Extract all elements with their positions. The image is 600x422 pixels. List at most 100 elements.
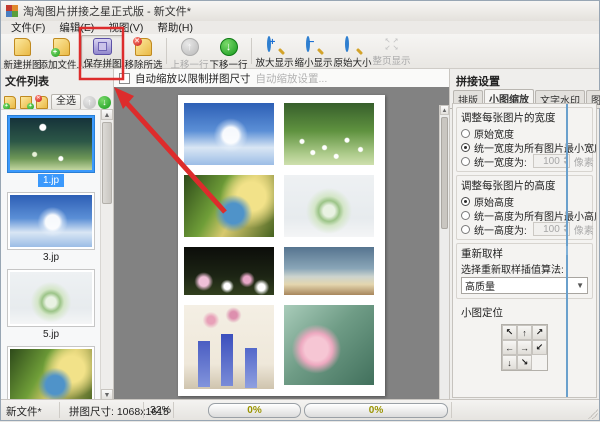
menu-bar: 文件(F) 编辑(E) 视图(V) 帮助(H) (1, 21, 599, 34)
save-collage-icon (92, 38, 114, 55)
height-group-title: 调整每张图片的高度 (461, 178, 588, 193)
thumbnail-girl-in-leaves[interactable] (8, 347, 94, 400)
settings-panel: 拼接设置 排版 小图缩放 文字水印 图片水印 调整每张图片的宽度 原始宽度 统一… (449, 69, 599, 400)
canvas-photo-white-potted-flowers[interactable] (284, 175, 374, 237)
position-top-left-icon[interactable]: ↖ (502, 325, 517, 340)
status-separator (451, 402, 452, 418)
remove-file-icon[interactable]: ✕ (35, 96, 49, 109)
thumbnail-blue-dandelion[interactable] (8, 193, 94, 249)
list-item[interactable]: 3.jp (1, 193, 101, 264)
radio-icon[interactable] (461, 225, 470, 234)
canvas-photo-pink-pompom[interactable] (284, 305, 374, 385)
window-title: 淘淘图片拼接之星正式版 - 新文件* (23, 3, 191, 19)
fit-page-icon: ↖ ↗↙ ↘ (381, 38, 403, 52)
radio-uniform-min-height[interactable]: 统一高度为所有图片最小高度 (461, 208, 588, 222)
new-collage-button[interactable]: 新建拼图 (3, 35, 42, 67)
width-value-stepper[interactable]: 100 ▲▼ (533, 154, 570, 168)
height-group: 调整每张图片的高度 原始高度 统一高度为所有图片最小高度 统一高度为: 100 (456, 175, 593, 240)
position-bottom-right-icon[interactable]: ↘ (517, 355, 532, 370)
save-collage-button[interactable]: 保存拼图 (81, 35, 124, 67)
zoom-in-icon: + (264, 38, 286, 54)
zoom-out-button[interactable]: − 缩小显示 (294, 35, 333, 67)
add-files-button[interactable]: + 添加文件... (42, 35, 81, 67)
resize-grip[interactable] (588, 409, 598, 419)
scroll-up-icon[interactable]: ▲ (101, 109, 113, 120)
actual-size-button[interactable]: 原始大小 (333, 35, 372, 67)
list-item[interactable]: 5.jp (1, 270, 101, 341)
canvas-photo-night-flowers[interactable] (184, 247, 274, 295)
thumbnail-white-potted-flowers[interactable] (8, 270, 94, 326)
menu-help[interactable]: 帮助(H) (151, 20, 199, 35)
radio-custom-height[interactable]: 统一高度为: 100 ▲▼ 像素 (461, 222, 588, 236)
scrollbar-thumb[interactable] (102, 122, 112, 204)
move-down-icon[interactable]: ↓ (98, 96, 111, 109)
position-left-icon[interactable]: ← (502, 340, 517, 355)
height-value-stepper[interactable]: 100 ▲▼ (533, 222, 570, 236)
remove-selected-button[interactable]: ✕ 移除所选 (124, 35, 163, 67)
remove-selected-icon: ✕ (133, 38, 155, 56)
autoscale-settings-link[interactable]: 自动缩放设置... (256, 71, 328, 86)
app-window: 淘淘图片拼接之星正式版 - 新文件* 文件(F) 编辑(E) 视图(V) 帮助(… (0, 0, 600, 421)
zoom-in-button[interactable]: + 放大显示 (255, 35, 294, 67)
collage-page (178, 95, 385, 396)
position-bottom-left-icon[interactable]: ↙ (532, 340, 547, 355)
add-image-icon[interactable]: + (3, 96, 17, 109)
thumbnail-dandelion-meadow[interactable] (8, 116, 94, 172)
canvas-scrollbar[interactable]: ▲ (439, 105, 449, 400)
canvas-area: 自动缩放以限制拼图尺寸 自动缩放设置... ▲ (114, 69, 449, 400)
menu-file[interactable]: 文件(F) (5, 20, 51, 35)
list-item[interactable] (1, 347, 101, 400)
toolbar-separator (251, 38, 252, 64)
radio-uniform-min-width[interactable]: 统一宽度为所有图片最小宽度 (461, 140, 588, 154)
toolbar-separator (166, 38, 167, 64)
radio-icon[interactable] (461, 157, 470, 166)
add-files-icon: + (51, 38, 73, 56)
file-list: 1.jp 3.jp 5.jp (1, 109, 101, 400)
radio-icon[interactable] (461, 211, 470, 220)
radio-original-width[interactable]: 原始宽度 (461, 126, 588, 140)
radio-icon[interactable] (461, 129, 470, 138)
position-bottom-icon[interactable]: ↓ (502, 355, 517, 370)
autoscale-checkbox[interactable] (119, 73, 130, 84)
resample-algo-select[interactable]: 高质量 ▼ (461, 277, 588, 294)
collage-canvas[interactable]: ▲ (114, 87, 449, 400)
menu-edit[interactable]: 编辑(E) (53, 20, 100, 35)
add-folder-icon[interactable]: + (19, 96, 33, 109)
actual-size-icon (342, 38, 364, 54)
move-row-down-icon: ↓ (218, 38, 240, 56)
canvas-photo-blue-bottles[interactable] (184, 305, 274, 389)
width-group: 调整每张图片的宽度 原始宽度 统一宽度为所有图片最小宽度 统一宽度为: 100 (456, 107, 593, 172)
radio-custom-width[interactable]: 统一宽度为: 100 ▲▼ 像素 (461, 154, 588, 168)
position-top-right-icon[interactable]: ↗ (532, 325, 547, 340)
status-separator (173, 402, 174, 418)
move-row-up-button: ↑ 上移一行 (170, 35, 209, 67)
selected-option: 高质量 (465, 278, 495, 293)
status-zoom-level: 32% (150, 404, 171, 416)
position-center-icon[interactable] (566, 104, 568, 397)
move-up-icon: ↑ (83, 96, 96, 109)
autoscale-label: 自动缩放以限制拼图尺寸 (135, 71, 251, 86)
canvas-photo-book-and-vase[interactable] (284, 247, 374, 295)
position-group-title: 小图定位 (461, 305, 588, 320)
resample-algo-label: 选择重新取样插值算法: (461, 262, 588, 275)
radio-icon[interactable] (461, 143, 470, 152)
list-item[interactable]: 1.jp (1, 116, 101, 187)
zoom-out-icon: − (303, 38, 325, 54)
canvas-photo-blue-dandelion[interactable] (184, 103, 274, 165)
chevron-down-icon: ▼ (576, 281, 584, 290)
scrollbar-thumb[interactable] (441, 117, 448, 229)
status-bar: 新文件* 拼图尺寸: 1068x1615 32% 0% 0% (1, 399, 599, 420)
position-right-icon[interactable]: → (517, 340, 532, 355)
move-row-down-button[interactable]: ↓ 下移一行 (209, 35, 248, 67)
toolbar: 新建拼图 + 添加文件... 保存拼图 ✕ 移除所选 ↑ 上移一行 ↓ 下移一行… (1, 34, 599, 69)
menu-view[interactable]: 视图(V) (102, 20, 149, 35)
scroll-up-icon[interactable]: ▲ (440, 105, 449, 115)
canvas-photo-dandelion-meadow[interactable] (284, 103, 374, 165)
select-all-button[interactable]: 全选 (51, 94, 81, 110)
file-list-scrollbar[interactable]: ▲ ▼ (100, 109, 113, 400)
position-top-icon[interactable]: ↑ (517, 325, 532, 340)
canvas-photo-girl-in-leaves[interactable] (184, 175, 274, 237)
radio-icon[interactable] (461, 197, 470, 206)
radio-original-height[interactable]: 原始高度 (461, 194, 588, 208)
status-separator (59, 402, 60, 418)
